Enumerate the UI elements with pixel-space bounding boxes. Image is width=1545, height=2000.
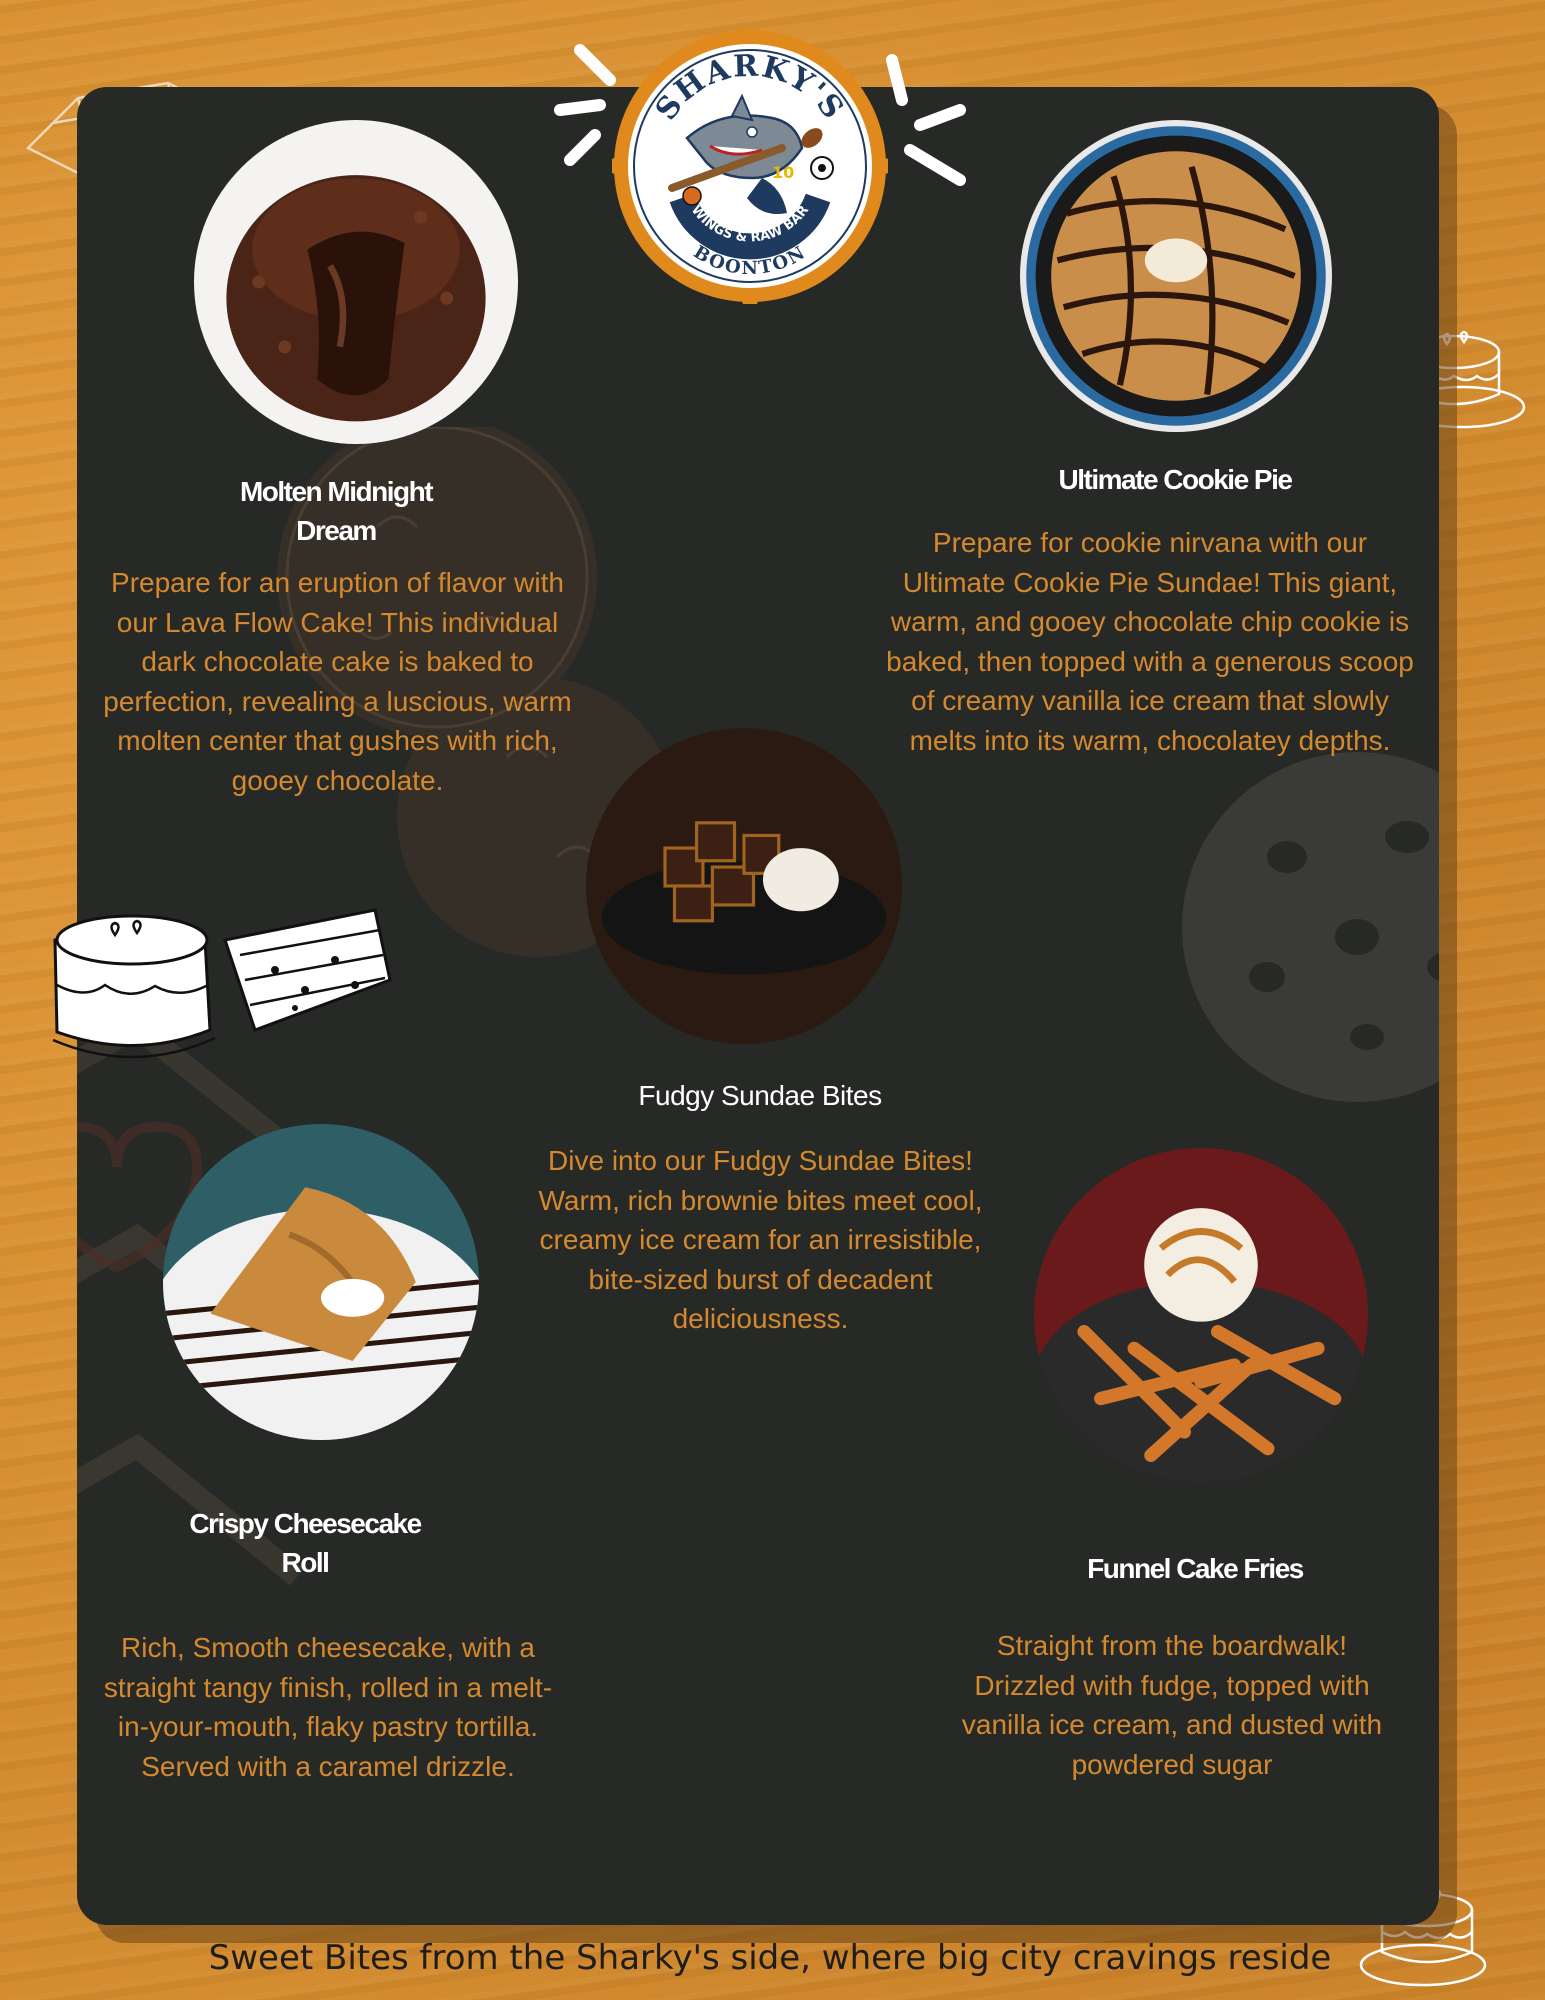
item-desc-crispy-cheesecake-roll: Rich, Smooth cheesecake, with a straight…	[103, 1632, 553, 1782]
sharkys-logo: SHARKY'S WINGS & RAW BAR BOONTON 10	[608, 24, 892, 308]
fudgy-sundae-bites-photo	[586, 728, 902, 1044]
cookie-icon	[1182, 752, 1439, 1102]
crispy-cheesecake-roll-photo	[163, 1124, 479, 1440]
item-title-ultimate-cookie-pie: Ultimate Cookie Pie	[1058, 464, 1293, 495]
burst-lines-right-icon	[886, 54, 966, 186]
molten-cake-photo	[194, 120, 518, 444]
item-title-fudgy-sundae-bites: Fudgy Sundae Bites	[638, 1080, 882, 1111]
cookie-pie-photo	[1020, 120, 1332, 432]
item-title-crispy-cheesecake-roll: Crispy Cheesecake Roll	[189, 1508, 422, 1578]
jersey-number: 10	[772, 163, 794, 182]
item-desc-fudgy-sundae-bites: Dive into our Fudgy Sundae Bites! Warm, …	[538, 1145, 983, 1335]
item-title-molten-midnight-dream: Molten Midnight Dream	[239, 476, 434, 546]
item-title-funnel-cake-fries: Funnel Cake Fries	[1087, 1553, 1304, 1584]
burst-lines-left-icon	[554, 44, 616, 166]
item-desc-ultimate-cookie-pie: Prepare for cookie nirvana with our Ulti…	[886, 527, 1414, 756]
cake-slice-drawing-icon	[52, 908, 392, 1059]
funnel-cake-fries-photo	[1034, 1148, 1368, 1482]
footer-slogan: Sweet Bites from the Sharky's side, wher…	[208, 1938, 1332, 1978]
item-desc-molten-midnight-dream: Prepare for an eruption of flavor with o…	[103, 567, 572, 796]
item-desc-funnel-cake-fries: Straight from the boardwalk! Drizzled wi…	[961, 1630, 1383, 1780]
